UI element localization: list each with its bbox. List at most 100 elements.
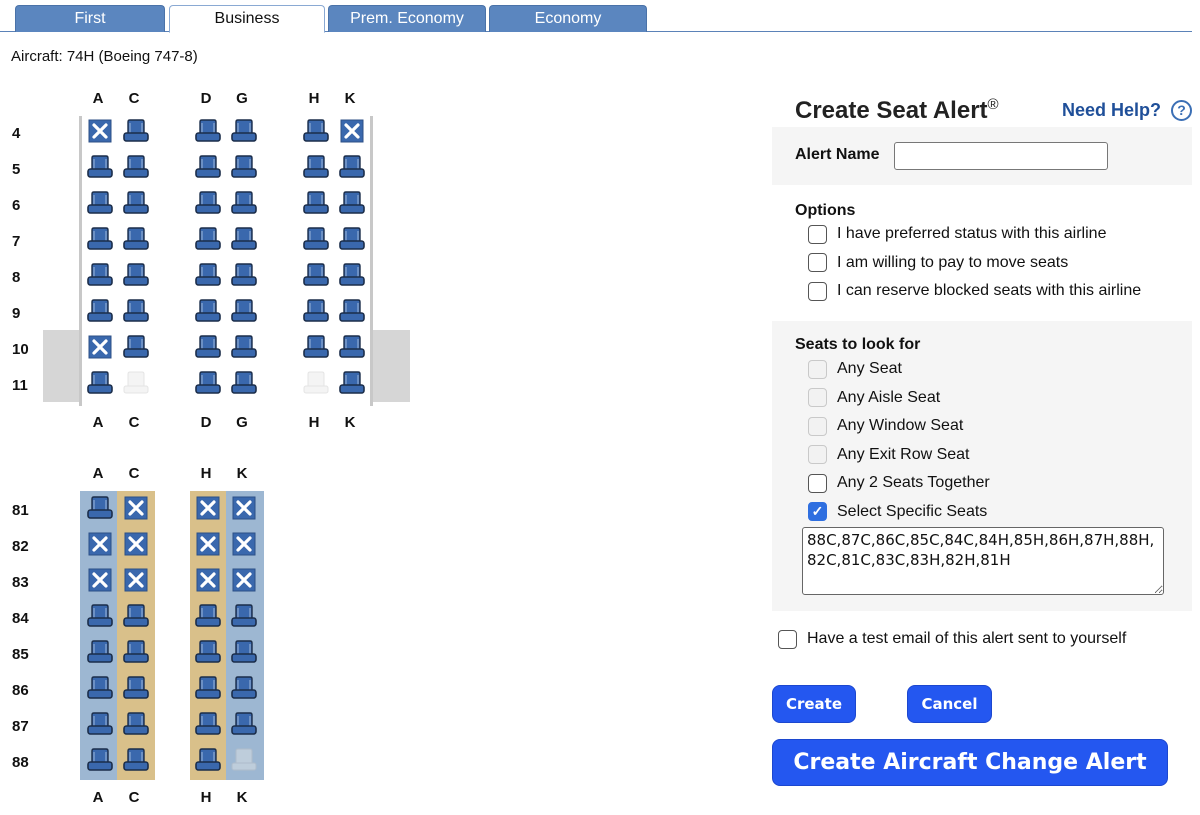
tab-business[interactable]: Business <box>169 5 325 33</box>
seat-available-11A[interactable] <box>86 370 114 396</box>
seat-available-88H[interactable] <box>194 747 222 773</box>
seat-blocked-83H[interactable] <box>194 567 222 593</box>
seat-available-10C[interactable] <box>122 334 150 360</box>
seat-available-6C[interactable] <box>122 190 150 216</box>
seat-blocked-82K[interactable] <box>230 531 258 557</box>
checkbox-row[interactable]: Any 2 Seats Together <box>808 472 990 494</box>
seat-available-8K[interactable] <box>338 262 366 288</box>
seat-available-8H[interactable] <box>302 262 330 288</box>
test-email-checkbox[interactable] <box>778 629 797 649</box>
seat-available-9C[interactable] <box>122 298 150 324</box>
seat-available-85H[interactable] <box>194 639 222 665</box>
checkbox[interactable] <box>808 473 827 493</box>
alert-name-input[interactable] <box>894 142 1108 170</box>
seat-available-86C[interactable] <box>122 675 150 701</box>
seat-blocked-81K[interactable] <box>230 495 258 521</box>
seat-available-6H[interactable] <box>302 190 330 216</box>
tab-prem-economy[interactable]: Prem. Economy <box>328 5 486 32</box>
seat-available-84K[interactable] <box>230 603 258 629</box>
seat-available-10K[interactable] <box>338 334 366 360</box>
seat-blocked-4A[interactable] <box>86 118 114 144</box>
help-question-icon[interactable]: ? <box>1171 100 1192 121</box>
seat-available-4H[interactable] <box>302 118 330 144</box>
checkbox[interactable] <box>808 281 827 301</box>
seat-blocked-83C[interactable] <box>122 567 150 593</box>
seat-available-7A[interactable] <box>86 226 114 252</box>
need-help-link[interactable]: Need Help? <box>1062 100 1161 121</box>
seat-available-7C[interactable] <box>122 226 150 252</box>
seat-available-85C[interactable] <box>122 639 150 665</box>
seat-available-4G[interactable] <box>230 118 258 144</box>
seat-blocked-83A[interactable] <box>86 567 114 593</box>
checkbox-row[interactable]: I have preferred status with this airlin… <box>808 223 1106 245</box>
seat-available-88C[interactable] <box>122 747 150 773</box>
seat-available-6G[interactable] <box>230 190 258 216</box>
seat-available-4D[interactable] <box>194 118 222 144</box>
seat-blocked-4K[interactable] <box>338 118 366 144</box>
create-button[interactable]: Create <box>772 685 856 723</box>
seat-blocked-81H[interactable] <box>194 495 222 521</box>
specific-seats-textarea[interactable]: 88C,87C,86C,85C,84C,84H,85H,86H,87H,88H,… <box>802 527 1164 595</box>
cancel-button[interactable]: Cancel <box>907 685 992 723</box>
seat-blocked-10A[interactable] <box>86 334 114 360</box>
seat-available-10H[interactable] <box>302 334 330 360</box>
create-aircraft-change-alert-button[interactable]: Create Aircraft Change Alert <box>772 739 1168 786</box>
seat-available-5K[interactable] <box>338 154 366 180</box>
seat-available-9A[interactable] <box>86 298 114 324</box>
seat-available-87C[interactable] <box>122 711 150 737</box>
checkbox-row[interactable]: I am willing to pay to move seats <box>808 252 1068 274</box>
seat-available-84C[interactable] <box>122 603 150 629</box>
seat-available-5A[interactable] <box>86 154 114 180</box>
seat-available-8C[interactable] <box>122 262 150 288</box>
seat-available-5G[interactable] <box>230 154 258 180</box>
seat-available-86K[interactable] <box>230 675 258 701</box>
seat-available-7D[interactable] <box>194 226 222 252</box>
seat-available-6K[interactable] <box>338 190 366 216</box>
seat-available-5D[interactable] <box>194 154 222 180</box>
seat-available-8D[interactable] <box>194 262 222 288</box>
seat-available-7K[interactable] <box>338 226 366 252</box>
seat-available-86H[interactable] <box>194 675 222 701</box>
seat-available-87K[interactable] <box>230 711 258 737</box>
seat-blocked-82H[interactable] <box>194 531 222 557</box>
seat-available-9G[interactable] <box>230 298 258 324</box>
seat-available-85A[interactable] <box>86 639 114 665</box>
seat-available-4C[interactable] <box>122 118 150 144</box>
seat-available-11K[interactable] <box>338 370 366 396</box>
seat-available-86A[interactable] <box>86 675 114 701</box>
checkbox-row[interactable]: I can reserve blocked seats with this ai… <box>808 280 1141 302</box>
seat-available-10G[interactable] <box>230 334 258 360</box>
test-email-checkbox-row[interactable]: Have a test email of this alert sent to … <box>778 628 1126 650</box>
checkbox[interactable]: ✓ <box>808 502 827 521</box>
seat-available-9H[interactable] <box>302 298 330 324</box>
checkbox[interactable] <box>808 253 827 272</box>
seat-available-9D[interactable] <box>194 298 222 324</box>
seat-available-84H[interactable] <box>194 603 222 629</box>
seat-blocked-81C[interactable] <box>122 495 150 521</box>
seat-blocked-83K[interactable] <box>230 567 258 593</box>
tab-first[interactable]: First <box>15 5 165 32</box>
checkbox[interactable] <box>808 224 827 244</box>
seat-available-7H[interactable] <box>302 226 330 252</box>
seat-available-87A[interactable] <box>86 711 114 737</box>
seat-available-84A[interactable] <box>86 603 114 629</box>
seat-available-11G[interactable] <box>230 370 258 396</box>
seat-available-11D[interactable] <box>194 370 222 396</box>
checkbox-row[interactable]: ✓ Select Specific Seats <box>808 501 987 523</box>
tab-economy[interactable]: Economy <box>489 5 647 32</box>
seat-available-87H[interactable] <box>194 711 222 737</box>
seat-available-88A[interactable] <box>86 747 114 773</box>
seat-available-5H[interactable] <box>302 154 330 180</box>
seat-available-8G[interactable] <box>230 262 258 288</box>
seat-available-81A[interactable] <box>86 495 114 521</box>
seat-available-8A[interactable] <box>86 262 114 288</box>
seat-available-6D[interactable] <box>194 190 222 216</box>
seat-available-10D[interactable] <box>194 334 222 360</box>
seat-blocked-82A[interactable] <box>86 531 114 557</box>
seat-available-85K[interactable] <box>230 639 258 665</box>
seat-blocked-82C[interactable] <box>122 531 150 557</box>
seat-available-7G[interactable] <box>230 226 258 252</box>
seat-available-5C[interactable] <box>122 154 150 180</box>
seat-available-6A[interactable] <box>86 190 114 216</box>
seat-available-9K[interactable] <box>338 298 366 324</box>
